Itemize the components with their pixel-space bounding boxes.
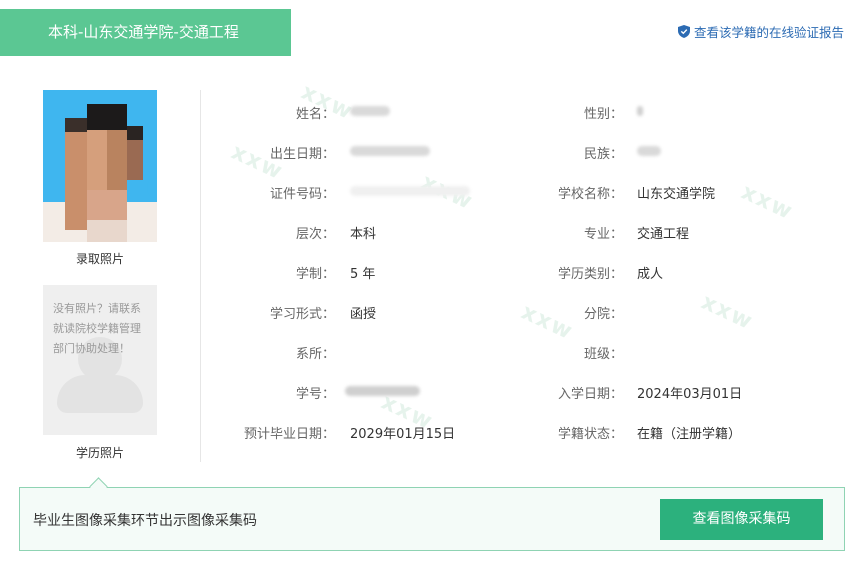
degree-photo-placeholder: 没有照片？请联系就读院校学籍管理部门协助处理！ xyxy=(43,285,157,435)
field-value-study-mode: 函授 xyxy=(350,307,377,322)
field-value-education-type: 成人 xyxy=(637,267,664,282)
verify-report-label: 查看该学籍的在线验证报告 xyxy=(693,25,844,40)
view-image-code-button[interactable]: 查看图像采集码 xyxy=(660,499,823,540)
field-label-gender: 性别： xyxy=(583,107,623,122)
field-label-enrollment-date: 入学日期： xyxy=(557,387,623,402)
field-label-name: 姓名： xyxy=(295,107,335,122)
field-value-student-id xyxy=(345,383,420,398)
field-label-study-mode: 学习形式： xyxy=(269,307,335,322)
field-value-status: 在籍（注册学籍） xyxy=(637,427,742,442)
field-label-ethnicity: 民族： xyxy=(583,147,623,162)
record-title: 本科-山东交通学院-交通工程 xyxy=(48,23,239,41)
field-value-ethnicity xyxy=(637,143,661,158)
field-label-department: 系所： xyxy=(295,347,335,362)
watermark: xxw xyxy=(517,299,578,346)
field-value-id-number xyxy=(350,183,470,198)
avatar-placeholder-body xyxy=(57,375,143,413)
field-label-school-name: 学校名称： xyxy=(557,187,623,202)
field-label-branch: 分院： xyxy=(583,307,623,322)
column-divider xyxy=(200,90,201,462)
field-label-status: 学籍状态： xyxy=(557,427,623,442)
watermark: xxw xyxy=(697,289,758,336)
field-value-enrollment-date: 2024年03月01日 xyxy=(637,387,743,402)
field-value-expected-graduation: 2029年01月15日 xyxy=(350,427,456,442)
field-value-name xyxy=(350,103,390,118)
field-value-level: 本科 xyxy=(350,227,377,242)
degree-photo-label: 学历照片 xyxy=(75,446,124,460)
image-code-notice: 毕业生图像采集环节出示图像采集码 查看图像采集码 xyxy=(19,487,845,551)
field-value-school-name: 山东交通学院 xyxy=(637,187,716,202)
field-label-major: 专业： xyxy=(583,227,623,242)
watermark: xxw xyxy=(737,179,798,226)
field-label-education-type: 学历类别： xyxy=(557,267,623,282)
image-code-message: 毕业生图像采集环节出示图像采集码 xyxy=(33,513,257,529)
field-value-duration: 5 年 xyxy=(350,267,376,282)
field-label-student-id: 学号： xyxy=(295,387,335,402)
field-value-major: 交通工程 xyxy=(637,227,690,242)
field-label-level: 层次： xyxy=(295,227,335,242)
admission-photo-label: 录取照片 xyxy=(75,252,124,266)
field-label-duration: 学制： xyxy=(295,267,335,282)
field-label-id-number: 证件号码： xyxy=(269,187,335,202)
verify-report-link[interactable]: 查看该学籍的在线验证报告 xyxy=(677,22,844,41)
field-label-birth-date: 出生日期： xyxy=(269,147,335,162)
no-photo-message: 没有照片？请联系就读院校学籍管理部门协助处理！ xyxy=(53,302,141,355)
admission-photo xyxy=(43,90,157,242)
shield-check-icon xyxy=(677,25,690,38)
record-title-tab: 本科-山东交通学院-交通工程 xyxy=(0,9,291,56)
field-label-class: 班级： xyxy=(583,347,623,362)
field-value-gender xyxy=(637,103,643,118)
field-label-expected-graduation: 预计毕业日期： xyxy=(243,427,335,442)
field-value-birth-date xyxy=(350,143,430,158)
